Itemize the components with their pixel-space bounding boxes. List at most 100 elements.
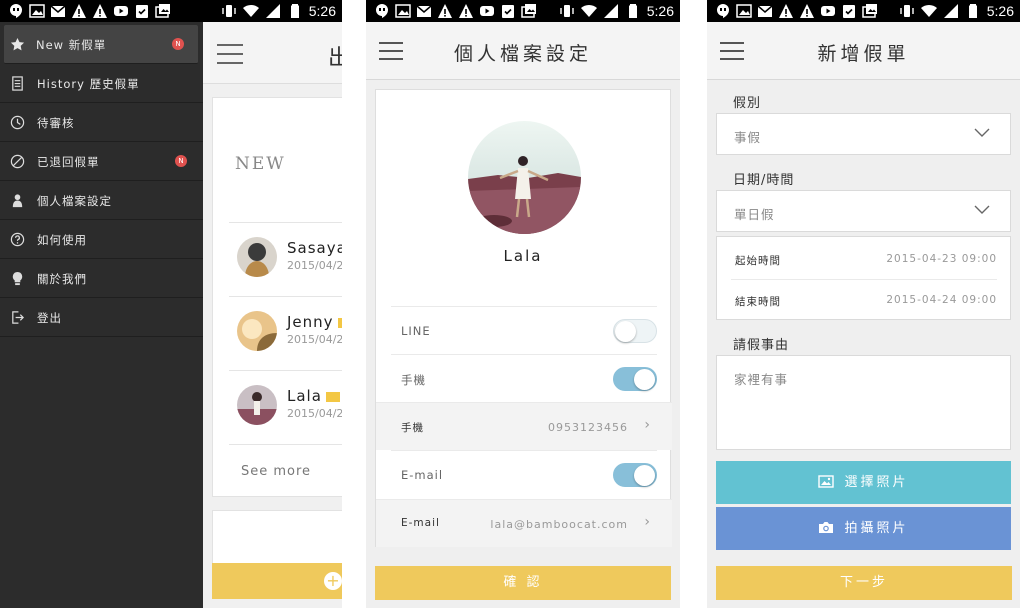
camera-icon bbox=[819, 522, 834, 533]
behind-page-title: 出 bbox=[328, 46, 342, 71]
clock-icon bbox=[10, 115, 25, 130]
navigation-drawer: New 新假單 N History 歷史假單 待審核 已退回假單 N 個人檔案設… bbox=[0, 22, 203, 608]
image-icon bbox=[736, 4, 752, 18]
secondary-card bbox=[212, 510, 342, 570]
profile-screen: 5:26 個人檔案設定 Lala LINE 手機 手機 0953123456 ›… bbox=[366, 0, 680, 608]
datetime-label: 日期/時間 bbox=[733, 173, 795, 188]
system-icons: 5:26 bbox=[899, 3, 1014, 19]
drawer-item-label: 關於我們 bbox=[37, 272, 87, 286]
document-icon bbox=[12, 76, 23, 91]
drawer-item-label: History 歷史假單 bbox=[37, 77, 140, 91]
profile-name: Lala bbox=[503, 247, 543, 265]
status-time: 5:26 bbox=[646, 3, 674, 19]
duration-select[interactable]: 單日假 bbox=[716, 190, 1011, 232]
battery-icon bbox=[628, 4, 637, 18]
line-toggle[interactable] bbox=[613, 319, 657, 343]
choose-photo-button[interactable]: 選擇照片 bbox=[716, 461, 1011, 504]
signal-icon bbox=[603, 4, 618, 18]
email-label: E-mail bbox=[401, 517, 440, 529]
drawer-item-returned[interactable]: 已退回假單 N bbox=[0, 142, 203, 181]
end-time-row[interactable]: 結束時間 2015-04-24 09:00 bbox=[731, 279, 997, 319]
phone-toggle-label: 手機 bbox=[401, 373, 426, 387]
clipboard-check-icon bbox=[843, 5, 855, 18]
phone-value: 0953123456 bbox=[548, 421, 628, 434]
phone-value-row[interactable]: 手機 0953123456 › bbox=[376, 402, 672, 450]
take-photo-label: 拍攝照片 bbox=[844, 521, 909, 536]
new-requests-card: NEW Sasaya 2015/04/2 Jenny 2015/04/2 Lal… bbox=[212, 97, 342, 497]
toggle-knob bbox=[634, 465, 655, 486]
drawer-item-help[interactable]: 如何使用 bbox=[0, 220, 203, 259]
end-time-label: 結束時間 bbox=[735, 296, 781, 308]
drawer-item-about[interactable]: 關於我們 bbox=[0, 259, 203, 298]
battery-icon bbox=[968, 4, 977, 18]
phone-label: 手機 bbox=[401, 422, 424, 434]
new-badge: N bbox=[172, 38, 184, 50]
person-icon bbox=[12, 194, 23, 208]
app-header: 新增假單 bbox=[707, 22, 1020, 80]
avatar bbox=[237, 385, 277, 425]
bulb-icon bbox=[12, 271, 23, 286]
leave-type-select[interactable]: 事假 bbox=[716, 113, 1011, 155]
start-time-label: 起始時間 bbox=[735, 255, 781, 267]
drawer-item-pending[interactable]: 待審核 bbox=[0, 103, 203, 142]
wifi-icon bbox=[580, 4, 597, 17]
gmail-icon bbox=[757, 5, 773, 17]
new-leave-screen: 5:26 新增假單 假別 事假 日期/時間 單日假 起始時間 2015-04-2… bbox=[707, 0, 1020, 608]
battery-icon bbox=[290, 4, 299, 18]
reason-text: 家裡有事 bbox=[734, 372, 789, 387]
list-item[interactable]: Jenny 2015/04/2 bbox=[229, 296, 342, 368]
new-badge: N bbox=[175, 155, 187, 167]
list-item[interactable]: Lala 2015/04/2 bbox=[229, 370, 342, 442]
see-more-link[interactable]: See more bbox=[241, 464, 311, 479]
gmail-icon bbox=[416, 5, 432, 17]
logout-icon bbox=[12, 311, 24, 324]
drawer-item-label: 個人檔案設定 bbox=[37, 194, 112, 208]
app-header: 個人檔案設定 bbox=[366, 22, 680, 80]
vibrate-icon bbox=[560, 5, 574, 17]
take-photo-button[interactable]: 拍攝照片 bbox=[716, 507, 1011, 550]
person-date: 2015/04/2 bbox=[287, 333, 342, 346]
email-toggle-label: E-mail bbox=[401, 468, 444, 482]
page-title: 個人檔案設定 bbox=[453, 43, 592, 65]
prohibited-icon bbox=[10, 154, 25, 169]
leave-type-value: 事假 bbox=[734, 130, 762, 145]
phone-setting-row: 手機 bbox=[391, 354, 657, 402]
list-item[interactable]: Sasaya 2015/04/2 bbox=[229, 222, 342, 294]
question-icon bbox=[10, 232, 25, 247]
status-time: 5:26 bbox=[308, 3, 336, 19]
youtube-icon bbox=[480, 6, 494, 16]
plus-icon: + bbox=[324, 572, 342, 590]
confirm-button[interactable]: 確 認 bbox=[375, 566, 671, 600]
email-value-row[interactable]: E-mail lala@bamboocat.com › bbox=[376, 499, 672, 547]
reason-label: 請假事由 bbox=[733, 338, 790, 353]
clipboard-check-icon bbox=[502, 5, 514, 18]
time-range-box: 起始時間 2015-04-23 09:00 結束時間 2015-04-24 09… bbox=[716, 236, 1011, 320]
add-request-button[interactable]: + bbox=[212, 563, 342, 599]
wifi-icon bbox=[242, 4, 259, 17]
line-label: LINE bbox=[401, 324, 431, 338]
next-button[interactable]: 下一步 bbox=[716, 566, 1012, 600]
phone-toggle[interactable] bbox=[613, 367, 657, 391]
drawer-item-new[interactable]: New 新假單 N bbox=[4, 25, 198, 64]
divider bbox=[229, 444, 342, 445]
notification-icons bbox=[8, 3, 171, 19]
youtube-icon bbox=[114, 6, 128, 16]
profile-avatar[interactable] bbox=[468, 121, 581, 234]
start-time-row[interactable]: 起始時間 2015-04-23 09:00 bbox=[731, 239, 997, 279]
status-bar: 5:26 bbox=[0, 0, 342, 22]
drawer-item-history[interactable]: History 歷史假單 bbox=[0, 64, 203, 103]
chevron-down-icon bbox=[974, 205, 990, 214]
email-toggle[interactable] bbox=[613, 463, 657, 487]
warning-icon-2 bbox=[800, 4, 814, 18]
reason-textarea[interactable]: 家裡有事 bbox=[716, 355, 1011, 450]
image-icon bbox=[395, 4, 411, 18]
status-badge bbox=[325, 391, 340, 402]
wifi-icon bbox=[920, 4, 937, 17]
drawer-item-label: 待審核 bbox=[37, 116, 75, 130]
image-icon bbox=[818, 475, 835, 488]
drawer-item-logout[interactable]: 登出 bbox=[0, 298, 203, 337]
drawer-item-profile[interactable]: 個人檔案設定 bbox=[0, 181, 203, 220]
menu-icon[interactable] bbox=[217, 44, 243, 64]
image-icon bbox=[29, 4, 45, 18]
section-heading: NEW bbox=[235, 154, 286, 174]
